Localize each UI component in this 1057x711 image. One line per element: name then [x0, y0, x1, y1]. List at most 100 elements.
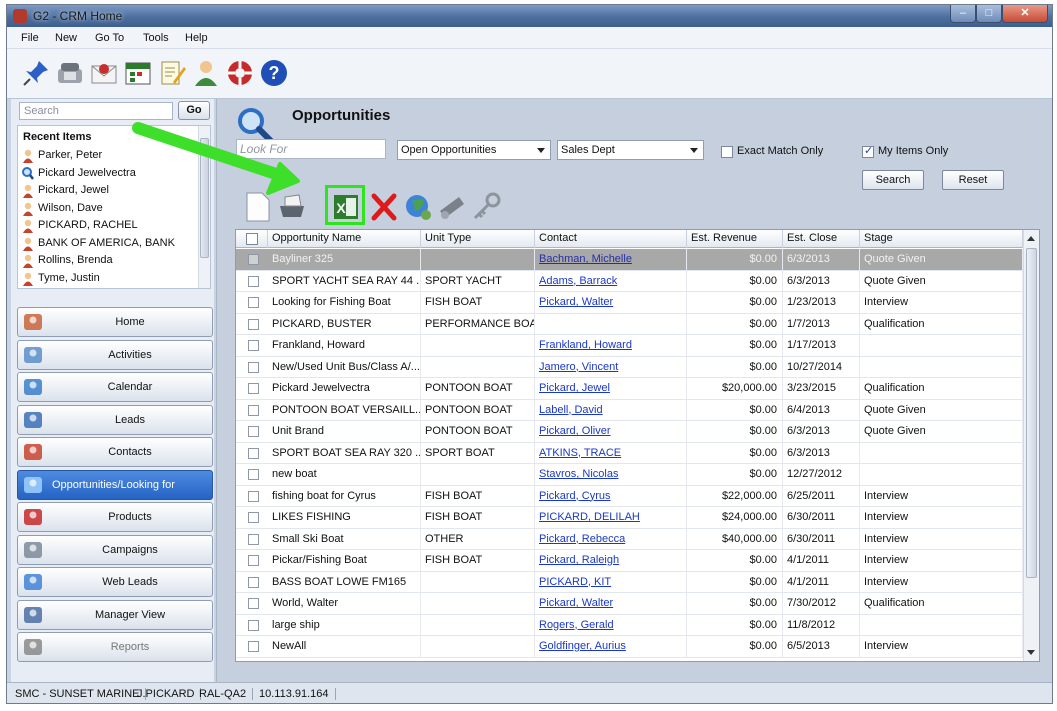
row-checkbox[interactable]	[248, 361, 259, 373]
exact-match-checkbox[interactable]	[721, 146, 733, 158]
column-header-est-revenue[interactable]: Est. Revenue	[687, 230, 783, 248]
contact-link[interactable]: ATKINS, TRACE	[539, 447, 621, 459]
table-row[interactable]: Pickar/Fishing Boat FISH BOAT Pickard, Ral…	[236, 550, 1023, 572]
user-icon[interactable]	[191, 58, 221, 88]
phone-icon[interactable]	[55, 58, 85, 88]
row-checkbox[interactable]	[248, 275, 259, 287]
menu-new[interactable]: New	[55, 32, 77, 44]
search-input[interactable]: Search	[19, 102, 173, 120]
email-icon[interactable]	[89, 58, 119, 88]
minimize-button[interactable]: –	[950, 5, 976, 23]
column-header-unit-type[interactable]: Unit Type	[421, 230, 535, 248]
recent-item[interactable]: Pickard, Jewel	[18, 182, 198, 200]
contact-link[interactable]: Pickard, Walter	[539, 597, 613, 609]
nav-products[interactable]: Products	[17, 502, 213, 532]
table-row[interactable]: LIKES FISHING FISH BOAT PICKARD, DELILAH $2…	[236, 507, 1023, 529]
table-row[interactable]: Unit Brand PONTOON BOAT Pickard, Oliver $0.…	[236, 421, 1023, 443]
recent-item[interactable]: Pickard Jewelvectra	[18, 165, 198, 183]
recent-item[interactable]: Parker, Peter	[18, 147, 198, 165]
contact-link[interactable]: Pickard, Oliver	[539, 425, 611, 437]
contact-link[interactable]: Labell, David	[539, 404, 603, 416]
contact-link[interactable]: PICKARD, DELILAH	[539, 511, 640, 523]
notes-icon[interactable]	[157, 58, 187, 88]
contact-link[interactable]: Stavros, Nicolas	[539, 468, 618, 480]
table-row[interactable]: BASS BOAT LOWE FM165 PICKARD, KIT $0.00 4/1…	[236, 571, 1023, 593]
status-filter-select[interactable]: Open Opportunities	[397, 140, 551, 160]
table-row[interactable]: large ship Rogers, Gerald $0.00 11/8/2012	[236, 614, 1023, 636]
table-row[interactable]: New/Used Unit Bus/Class A/... Jamero, Vin…	[236, 356, 1023, 378]
recent-item[interactable]: Wilson, Dave	[18, 200, 198, 218]
contact-link[interactable]: Bachman, Michelle	[539, 253, 632, 265]
telescope-icon[interactable]	[437, 191, 467, 223]
grid-scrollbar[interactable]	[1023, 230, 1039, 661]
contact-link[interactable]: Pickard, Jewel	[539, 382, 610, 394]
row-checkbox[interactable]	[248, 576, 259, 588]
menu-tools[interactable]: Tools	[143, 32, 169, 44]
calendar-icon[interactable]	[123, 58, 153, 88]
nav-home[interactable]: Home	[17, 307, 213, 337]
row-checkbox[interactable]	[248, 619, 259, 631]
column-header-contact[interactable]: Contact	[535, 230, 687, 248]
row-checkbox[interactable]	[248, 340, 259, 351]
dept-filter-select[interactable]: Sales Dept	[557, 140, 704, 160]
column-header-opportunity-name[interactable]: Opportunity Name	[268, 230, 421, 248]
new-document-icon[interactable]	[243, 191, 273, 223]
nav-leads[interactable]: Leads	[17, 404, 213, 435]
key-icon[interactable]	[471, 191, 501, 223]
column-header-stage[interactable]: Stage	[860, 230, 1023, 248]
row-checkbox[interactable]	[248, 555, 259, 566]
row-checkbox[interactable]	[248, 533, 259, 545]
close-button[interactable]: ✕	[1002, 5, 1048, 23]
nav-opportunities[interactable]: Opportunities/Looking for	[17, 469, 213, 500]
row-checkbox[interactable]	[248, 426, 259, 437]
table-row[interactable]: Small Ski Boat OTHER Pickard, Rebecca $40,0…	[236, 528, 1023, 550]
table-row[interactable]: Pickard Jewelvectra PONTOON BOAT Pickard, …	[236, 378, 1023, 400]
menu-file[interactable]: File	[21, 32, 39, 44]
table-row[interactable]: PONTOON BOAT VERSAILL... PONTOON BOAT Labe…	[236, 399, 1023, 421]
row-checkbox[interactable]	[248, 512, 259, 523]
contact-link[interactable]: Pickard, Rebecca	[539, 533, 625, 545]
contact-link[interactable]: Jamero, Vincent	[539, 361, 618, 373]
contact-link[interactable]: Adams, Barrack	[539, 275, 617, 287]
recent-item[interactable]: Rollins, Brenda	[18, 252, 198, 270]
contact-link[interactable]: Rogers, Gerald	[539, 619, 614, 631]
contact-link[interactable]: Goldfinger, Aurius	[539, 640, 626, 652]
table-row[interactable]: World, Walter Pickard, Walter $0.00 7/30/20…	[236, 593, 1023, 615]
nav-contacts[interactable]: Contacts	[17, 437, 213, 467]
table-row[interactable]: PICKARD, BUSTER PERFORMANCE BOAT $0.00 1/7/…	[236, 313, 1023, 335]
row-checkbox[interactable]	[248, 490, 259, 502]
row-checkbox[interactable]	[248, 383, 259, 394]
row-checkbox[interactable]	[248, 297, 259, 308]
contact-link[interactable]: Pickard, Cyrus	[539, 490, 611, 502]
nav-web-leads[interactable]: Web Leads	[17, 567, 213, 597]
lifesaver-icon[interactable]	[225, 58, 255, 88]
row-checkbox[interactable]	[248, 469, 259, 480]
select-all-checkbox[interactable]	[246, 233, 258, 245]
delete-icon[interactable]	[369, 191, 399, 223]
print-icon[interactable]	[277, 191, 307, 223]
reset-button[interactable]: Reset	[942, 170, 1004, 190]
nav-campaigns[interactable]: Campaigns	[17, 534, 213, 565]
table-row[interactable]: fishing boat for Cyrus FISH BOAT Pickard, …	[236, 485, 1023, 507]
row-checkbox[interactable]	[248, 641, 259, 652]
table-row[interactable]: Frankland, Howard Frankland, Howard $0.00 1…	[236, 335, 1023, 357]
contact-link[interactable]: Pickard, Raleigh	[539, 554, 619, 566]
maximize-button[interactable]: □	[976, 5, 1002, 23]
row-checkbox[interactable]	[248, 404, 259, 416]
table-row[interactable]: new boat Stavros, Nicolas $0.00 12/27/2012	[236, 464, 1023, 486]
search-button[interactable]: Search	[862, 170, 924, 190]
row-checkbox[interactable]	[248, 447, 259, 459]
scroll-up-icon[interactable]	[1027, 236, 1035, 241]
pushpin-icon[interactable]	[21, 58, 51, 88]
globe-icon[interactable]	[403, 191, 433, 223]
table-row[interactable]: SPORT YACHT SEA RAY 44 ... SPORT YACHT Ada…	[236, 270, 1023, 292]
scroll-down-icon[interactable]	[1027, 650, 1035, 655]
table-row[interactable]: Looking for Fishing Boat FISH BOAT Pickard…	[236, 292, 1023, 314]
recent-item[interactable]: PICKARD, RACHEL	[18, 217, 198, 235]
nav-manager-view[interactable]: Manager View	[17, 599, 213, 630]
look-for-input[interactable]: Look For	[236, 139, 386, 159]
row-checkbox[interactable]	[248, 254, 259, 265]
help-icon[interactable]: ?	[259, 58, 289, 88]
contact-link[interactable]: Frankland, Howard	[539, 339, 632, 351]
menu-help[interactable]: Help	[185, 32, 208, 44]
